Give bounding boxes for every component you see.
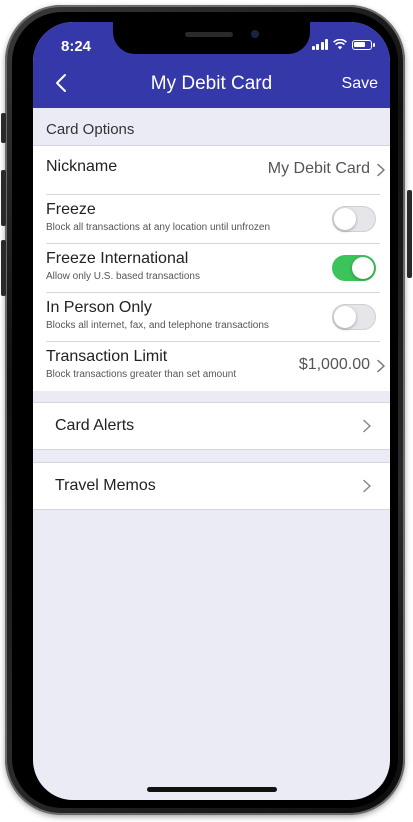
freeze-international-description: Allow only U.S. based transactions: [46, 271, 200, 282]
transaction-limit-row[interactable]: Transaction Limit Block transactions gre…: [33, 342, 390, 391]
in-person-only-toggle[interactable]: [332, 304, 376, 330]
freeze-international-row: Freeze International Allow only U.S. bas…: [33, 244, 390, 293]
toggle-knob: [334, 207, 356, 230]
battery-icon: [352, 39, 375, 50]
notch: [113, 22, 310, 54]
status-time: 8:24: [61, 38, 92, 55]
in-person-only-row: In Person Only Blocks all internet, fax,…: [33, 293, 390, 342]
chevron-right-icon: [363, 479, 371, 493]
power-button: [407, 190, 412, 278]
transaction-limit-value: $1,000.00: [298, 356, 370, 373]
nickname-value: My Debit Card: [267, 160, 370, 177]
cellular-signal-icon: [311, 39, 328, 50]
volume-up-button: [1, 170, 6, 226]
save-button[interactable]: Save: [342, 75, 378, 93]
page-title: My Debit Card: [150, 73, 273, 94]
freeze-toggle[interactable]: [332, 206, 376, 232]
card-alerts-row[interactable]: Card Alerts: [33, 402, 390, 450]
nickname-row[interactable]: Nickname My Debit Card: [33, 146, 390, 195]
toggle-knob: [352, 257, 374, 279]
card-options-list: Nickname My Debit Card Freeze Block all …: [33, 146, 390, 391]
transaction-limit-description: Block transactions greater than set amou…: [46, 369, 237, 380]
status-icons: [311, 39, 375, 50]
volume-down-button: [1, 240, 6, 296]
freeze-description: Block all transactions at any location u…: [46, 222, 271, 233]
front-camera: [251, 30, 259, 38]
freeze-international-label: Freeze International: [46, 250, 189, 267]
freeze-international-toggle[interactable]: [332, 255, 376, 281]
in-person-only-description: Blocks all internet, fax, and telephone …: [46, 320, 269, 331]
chevron-right-icon: [377, 359, 385, 373]
mute-switch: [1, 113, 6, 143]
nickname-label: Nickname: [46, 158, 118, 175]
chevron-right-icon: [363, 419, 371, 433]
wifi-icon: [333, 39, 347, 50]
toggle-knob: [334, 305, 356, 328]
chevron-right-icon: [377, 163, 385, 177]
freeze-label: Freeze: [46, 201, 96, 218]
in-person-only-label: In Person Only: [46, 299, 152, 316]
home-indicator: [147, 787, 277, 792]
card-alerts-label: Card Alerts: [55, 417, 135, 434]
section-title: Card Options: [46, 121, 135, 138]
app-screen: 8:24 My Debit Card Save Card Options Nic…: [33, 22, 390, 800]
travel-memos-label: Travel Memos: [55, 477, 156, 494]
speaker-grille: [185, 32, 233, 37]
travel-memos-row[interactable]: Travel Memos: [33, 462, 390, 510]
section-header-card-options: Card Options: [33, 108, 390, 146]
transaction-limit-label: Transaction Limit: [46, 348, 168, 365]
freeze-row: Freeze Block all transactions at any loc…: [33, 195, 390, 244]
